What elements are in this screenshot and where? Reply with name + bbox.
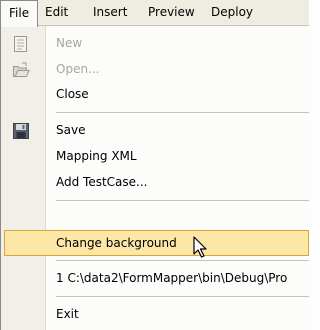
- menu-item-add-testcase[interactable]: Add TestCase...: [0, 169, 309, 195]
- menu-item-exit-label: Exit: [56, 307, 79, 321]
- menu-item-new[interactable]: New: [0, 30, 309, 56]
- menu-file[interactable]: File: [0, 0, 39, 27]
- menu-item-close[interactable]: Close: [0, 81, 309, 107]
- menu-item-mapping-xml[interactable]: Mapping XML: [0, 143, 309, 169]
- menu-border: [0, 26, 1, 330]
- menu-item-change-background-label: Change background: [56, 236, 177, 250]
- menu-separator: [56, 112, 309, 113]
- menu-item-open[interactable]: Open...: [0, 56, 309, 82]
- menu-deploy[interactable]: Deploy: [203, 0, 261, 26]
- menu-bar: File Edit Insert Preview Deploy: [0, 0, 309, 27]
- mouse-pointer-icon: [193, 236, 207, 258]
- menu-item-save-label: Save: [56, 123, 86, 137]
- menu-item-mapping-xml-label: Mapping XML: [56, 149, 137, 163]
- menu-item-recent-file-label: 1 C:\data2\FormMapper\bin\Debug\Pro: [56, 271, 288, 285]
- new-document-icon: [14, 36, 27, 52]
- menu-separator: [56, 296, 309, 297]
- file-menu-dropdown: New Open... Close Save Mapping XML Add T…: [0, 26, 309, 330]
- menu-item-new-label: New: [56, 36, 83, 50]
- menu-edit[interactable]: Edit: [37, 0, 76, 26]
- menu-insert[interactable]: Insert: [85, 0, 135, 26]
- menu-separator: [56, 260, 309, 261]
- menu-item-recent-file[interactable]: 1 C:\data2\FormMapper\bin\Debug\Pro: [0, 265, 309, 291]
- menu-item-open-label: Open...: [56, 62, 100, 76]
- save-disk-icon: [13, 123, 29, 139]
- open-folder-icon: [13, 62, 30, 77]
- menu-item-exit[interactable]: Exit: [0, 301, 309, 327]
- menu-item-add-testcase-label: Add TestCase...: [56, 175, 148, 189]
- menu-separator: [56, 200, 309, 201]
- menu-preview[interactable]: Preview: [140, 0, 203, 26]
- menu-item-close-label: Close: [56, 87, 89, 101]
- menu-item-change-background[interactable]: Change background: [4, 230, 309, 256]
- menu-item-save[interactable]: Save: [0, 117, 309, 143]
